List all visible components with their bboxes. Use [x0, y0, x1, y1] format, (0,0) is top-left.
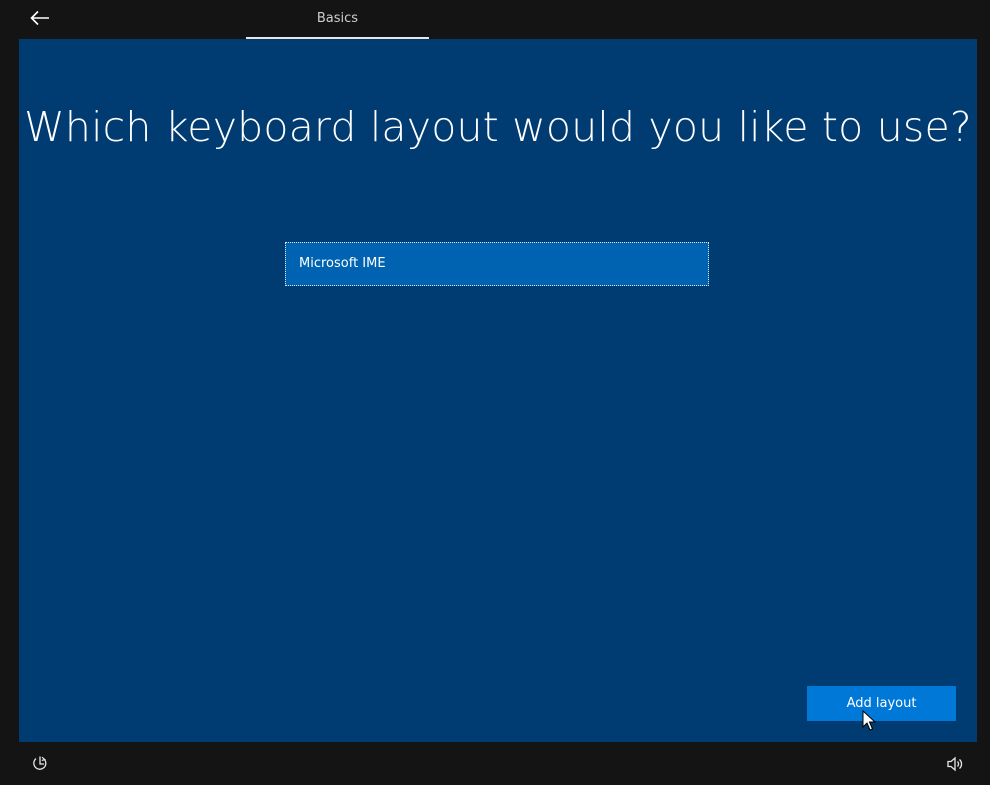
tab-basics[interactable]: Basics [246, 0, 429, 39]
volume-button[interactable] [946, 755, 964, 773]
page-title: Which keyboard layout would you like to … [24, 103, 972, 151]
ease-of-access-icon [33, 756, 47, 770]
ease-of-access-button[interactable] [31, 755, 49, 773]
add-layout-button[interactable]: Add layout [807, 686, 956, 721]
back-button[interactable] [24, 4, 56, 32]
bottom-bar [0, 742, 990, 785]
setup-panel: Which keyboard layout would you like to … [19, 39, 977, 742]
layout-list-item-microsoft-ime[interactable]: Microsoft IME [285, 242, 709, 286]
volume-icon [947, 756, 963, 772]
top-bar: Basics [0, 0, 990, 39]
arrow-left-icon [30, 10, 49, 26]
mouse-pointer-icon [862, 710, 876, 731]
